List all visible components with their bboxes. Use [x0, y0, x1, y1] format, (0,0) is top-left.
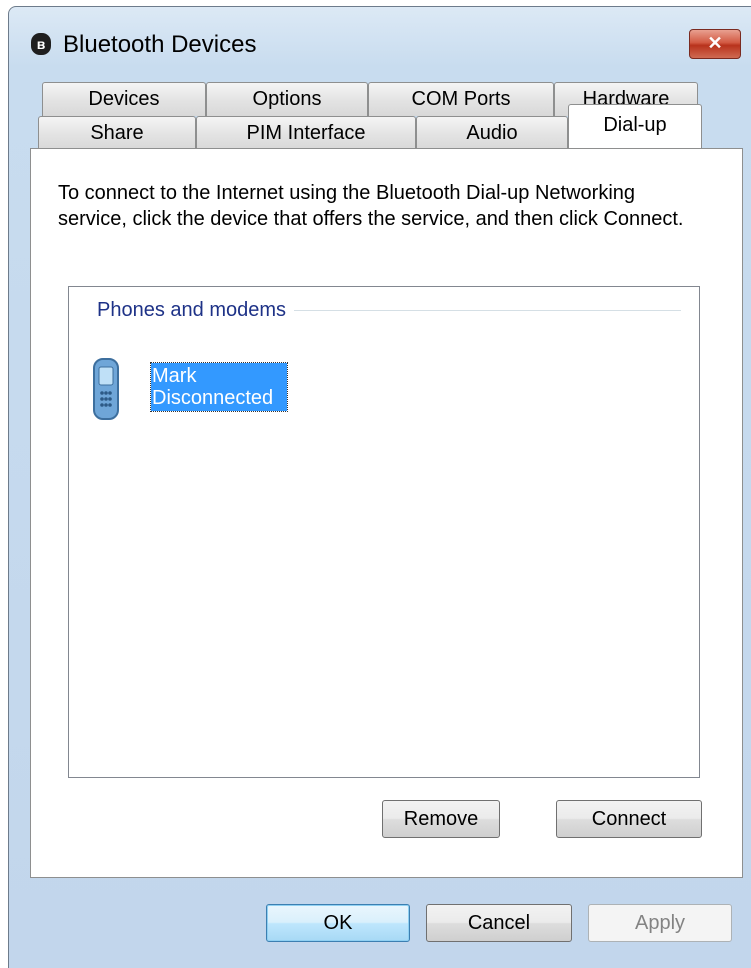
window-title: Bluetooth Devices	[63, 31, 257, 58]
devices-listbox[interactable]: Phones and modems Mark Disconnected	[68, 286, 700, 778]
device-label[interactable]: Mark Disconnected	[150, 362, 288, 412]
title-bar[interactable]: ʙ Bluetooth Devices ✕	[9, 7, 751, 77]
phone-icon	[93, 358, 119, 420]
tab-pim-interface[interactable]: PIM Interface	[196, 116, 416, 150]
tab-options[interactable]: Options	[206, 82, 368, 116]
apply-button: Apply	[588, 904, 732, 942]
connect-button[interactable]: Connect	[556, 800, 702, 838]
bluetooth-icon: ʙ	[31, 33, 51, 55]
close-button[interactable]: ✕	[689, 29, 741, 59]
ok-button[interactable]: OK	[266, 904, 410, 942]
tab-share[interactable]: Share	[38, 116, 196, 150]
remove-button[interactable]: Remove	[382, 800, 500, 838]
tab-devices[interactable]: Devices	[42, 82, 206, 116]
cancel-button[interactable]: Cancel	[426, 904, 572, 942]
device-name: Mark	[152, 365, 197, 387]
dial-up-instructions: To connect to the Internet using the Blu…	[58, 182, 684, 230]
tab-dial-up[interactable]: Dial-up	[568, 104, 702, 148]
group-header-phones-and-modems: Phones and modems	[97, 299, 295, 322]
device-status: Disconnected	[152, 387, 274, 409]
tab-audio[interactable]: Audio	[416, 116, 568, 150]
tab-com-ports[interactable]: COM Ports	[368, 82, 554, 116]
